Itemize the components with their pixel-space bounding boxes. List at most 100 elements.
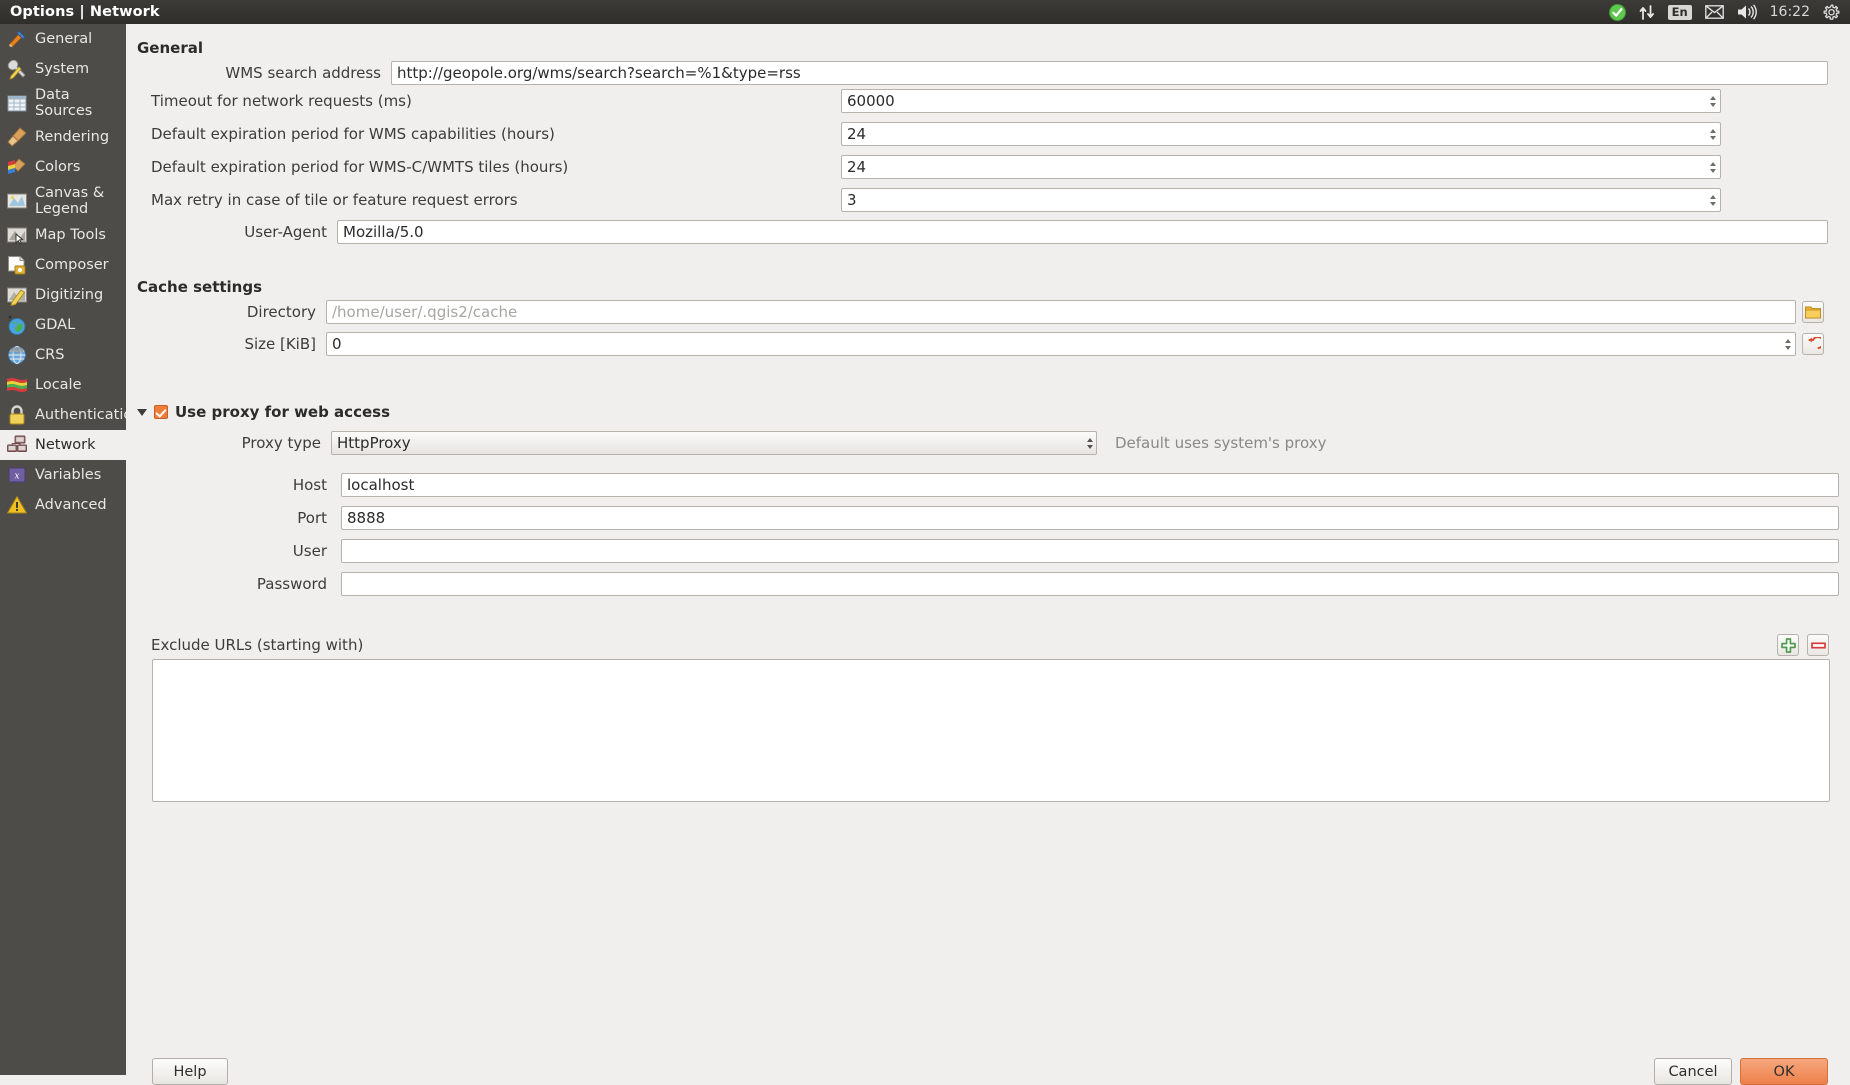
sidebar-item-variables[interactable]: x Variables: [0, 460, 126, 490]
timeout-spinbox[interactable]: [841, 89, 1721, 113]
user-agent-row: User-Agent: [126, 220, 1839, 244]
options-sidebar[interactable]: General System Data Sources Rendering Co…: [0, 24, 126, 1075]
cache-directory-label: Directory: [246, 303, 316, 321]
sidebar-item-label: Composer: [35, 257, 109, 273]
proxy-port-label: Port: [297, 509, 327, 527]
proxy-password-input[interactable]: [341, 572, 1839, 596]
proxy-type-combobox[interactable]: HttpProxy: [331, 431, 1097, 455]
network-updown-icon[interactable]: [1639, 4, 1655, 20]
chevron-down-icon[interactable]: [137, 408, 147, 416]
spin-arrows-icon[interactable]: [1706, 90, 1719, 112]
hammer-screwdriver-icon: [6, 28, 28, 50]
sidebar-item-gdal[interactable]: GDAL: [0, 310, 126, 340]
proxy-type-label: Proxy type: [241, 434, 321, 452]
proxy-user-label: User: [292, 542, 327, 560]
cache-directory-row: Directory: [126, 300, 1839, 324]
help-button-label: Help: [173, 1063, 207, 1080]
variables-icon: x: [6, 464, 28, 486]
table-grid-icon: [6, 92, 28, 114]
cache-size-reset-button[interactable]: [1802, 333, 1824, 355]
cache-size-input[interactable]: [326, 332, 1796, 356]
spin-arrows-icon[interactable]: [1781, 333, 1794, 355]
wmsc-tiles-expiry-row: Default expiration period for WMS-C/WMTS…: [126, 155, 1839, 179]
ok-button-label: OK: [1773, 1063, 1795, 1080]
sidebar-item-rendering[interactable]: Rendering: [0, 122, 126, 152]
checkmark-circle-icon[interactable]: [1608, 3, 1626, 21]
svg-text:x: x: [14, 472, 19, 482]
gear-power-icon[interactable]: [1823, 4, 1840, 21]
proxy-host-input[interactable]: [341, 473, 1839, 497]
sidebar-item-label: GDAL: [35, 317, 76, 333]
sidebar-item-label: System: [35, 61, 90, 77]
sidebar-item-label: CRS: [35, 347, 65, 363]
sidebar-item-label: Authentication: [35, 407, 126, 423]
spin-arrows-icon[interactable]: [1706, 189, 1719, 211]
proxy-port-input[interactable]: [341, 506, 1839, 530]
wmsc-tiles-expiry-label: Default expiration period for WMS-C/WMTS…: [151, 158, 569, 176]
keyboard-layout-indicator[interactable]: En: [1667, 4, 1692, 20]
wms-search-address-input[interactable]: [391, 61, 1828, 85]
sidebar-item-system[interactable]: System: [0, 54, 126, 84]
spin-arrows-icon[interactable]: [1706, 123, 1719, 145]
sidebar-item-digitizing[interactable]: Digitizing: [0, 280, 126, 310]
help-button[interactable]: Help: [152, 1058, 228, 1085]
speaker-icon[interactable]: [1737, 4, 1757, 20]
sidebar-item-general[interactable]: General: [0, 24, 126, 54]
timeout-input[interactable]: [841, 89, 1721, 113]
wmsc-tiles-expiry-spinbox[interactable]: [841, 155, 1721, 179]
wms-capabilities-expiry-input[interactable]: [841, 122, 1721, 146]
globe-green-icon: [6, 314, 28, 336]
ok-button[interactable]: OK: [1740, 1058, 1828, 1085]
spin-arrows-icon[interactable]: [1706, 156, 1719, 178]
exclude-url-add-button[interactable]: [1777, 634, 1799, 656]
sidebar-item-composer[interactable]: Composer: [0, 250, 126, 280]
envelope-icon[interactable]: [1704, 5, 1724, 19]
cancel-button[interactable]: Cancel: [1654, 1058, 1732, 1085]
max-retry-spinbox[interactable]: [841, 188, 1721, 212]
combo-arrows-icon[interactable]: [1087, 433, 1093, 453]
wmsc-tiles-expiry-input[interactable]: [841, 155, 1721, 179]
proxy-type-row: Proxy type HttpProxy Default uses system…: [126, 431, 1839, 455]
use-proxy-checkbox[interactable]: [154, 405, 168, 419]
sidebar-item-map-tools[interactable]: Map Tools: [0, 220, 126, 250]
wms-capabilities-expiry-spinbox[interactable]: [841, 122, 1721, 146]
cache-size-label: Size [KiB]: [244, 335, 316, 353]
sidebar-item-label: General: [35, 31, 93, 47]
cache-size-row: Size [KiB]: [126, 332, 1839, 356]
proxy-user-input[interactable]: [341, 539, 1839, 563]
sidebar-item-authentication[interactable]: Authentication: [0, 400, 126, 430]
cache-directory-input[interactable]: [326, 300, 1796, 324]
sidebar-item-locale[interactable]: Locale: [0, 370, 126, 400]
flags-icon: [6, 374, 28, 396]
window-title: Options | Network: [10, 4, 160, 20]
user-agent-input[interactable]: [337, 220, 1828, 244]
sidebar-item-colors[interactable]: Colors: [0, 152, 126, 182]
timeout-row: Timeout for network requests (ms): [126, 89, 1839, 113]
sidebar-item-canvas-legend[interactable]: Canvas & Legend: [0, 182, 126, 220]
minus-red-icon: [1810, 638, 1826, 653]
sidebar-item-advanced[interactable]: Advanced: [0, 490, 126, 520]
sidebar-item-network[interactable]: Network: [0, 430, 126, 460]
use-proxy-label: Use proxy for web access: [175, 403, 390, 421]
use-proxy-group-toggle[interactable]: Use proxy for web access: [137, 403, 390, 421]
sidebar-item-label: Data Sources: [35, 87, 93, 119]
clock[interactable]: 16:22: [1770, 4, 1810, 20]
map-pencil-icon: [6, 284, 28, 306]
sidebar-item-label: Variables: [35, 467, 102, 483]
map-canvas-icon: [6, 190, 28, 212]
proxy-type-hint: Default uses system's proxy: [1115, 434, 1327, 452]
max-retry-input[interactable]: [841, 188, 1721, 212]
cache-size-spinbox[interactable]: [326, 332, 1796, 356]
sidebar-item-crs[interactable]: CRS: [0, 340, 126, 370]
cache-directory-browse-button[interactable]: [1802, 301, 1824, 323]
exclude-urls-list[interactable]: [152, 659, 1830, 802]
max-retry-label: Max retry in case of tile or feature req…: [151, 191, 518, 209]
sidebar-item-label: Digitizing: [35, 287, 104, 303]
folder-icon: [1805, 305, 1821, 319]
undo-arrow-icon: [1805, 336, 1821, 352]
sidebar-item-label: Colors: [35, 159, 81, 175]
sidebar-item-data-sources[interactable]: Data Sources: [0, 84, 126, 122]
exclude-url-remove-button[interactable]: [1807, 634, 1829, 656]
exclude-urls-label: Exclude URLs (starting with): [151, 636, 364, 654]
sidebar-item-label: Advanced: [35, 497, 107, 513]
